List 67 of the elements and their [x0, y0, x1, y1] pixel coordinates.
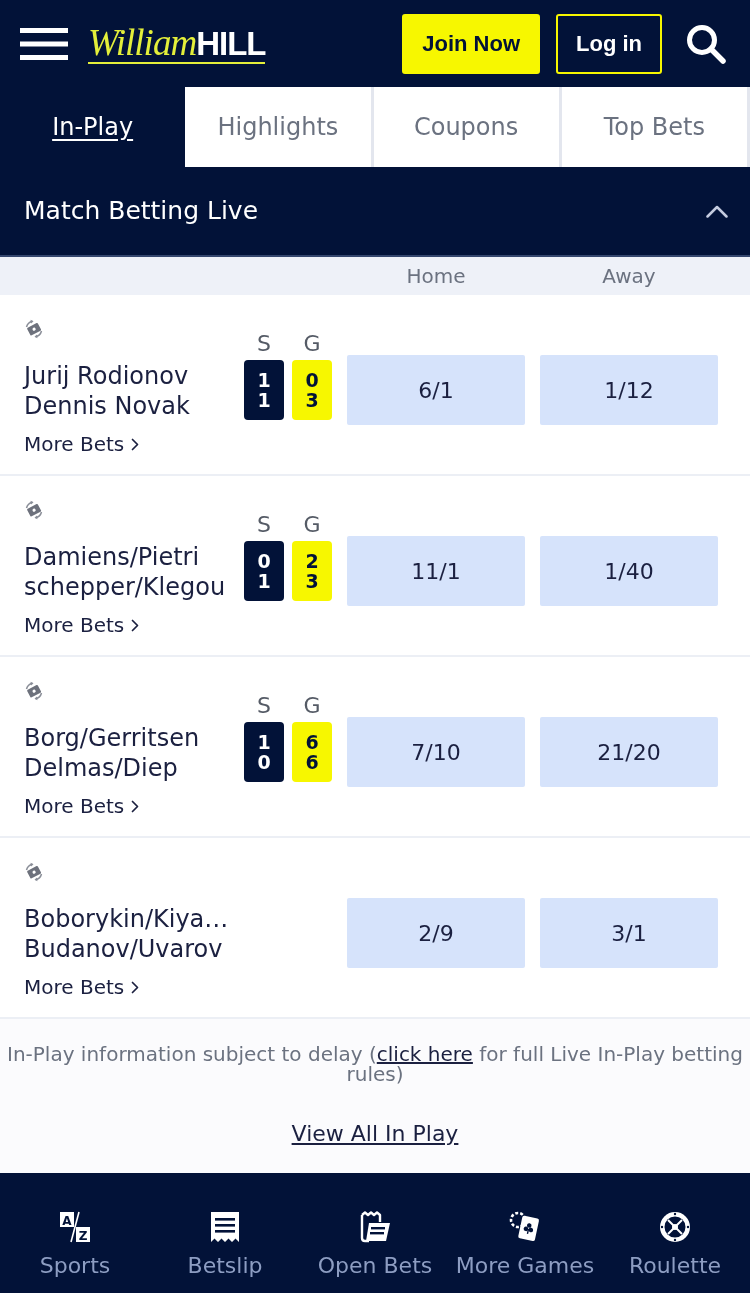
score-label: S — [257, 695, 271, 717]
set-score: 1 1 — [244, 360, 284, 420]
chevron-up-icon[interactable] — [706, 204, 728, 218]
cash-out-icon — [24, 500, 44, 520]
more-bets-link[interactable]: More Bets — [24, 974, 140, 1000]
login-button[interactable]: Log in — [556, 13, 662, 74]
chevron-right-icon — [131, 618, 140, 632]
odds-button[interactable]: 21/20 — [540, 717, 718, 787]
odds-button[interactable]: 1/40 — [540, 536, 718, 606]
menu-button[interactable] — [20, 27, 68, 60]
chevron-right-icon — [131, 437, 140, 451]
cash-out-icon — [24, 681, 44, 701]
score-label: S — [257, 333, 271, 355]
score-label: G — [303, 695, 321, 717]
odds-button[interactable]: 3/1 — [540, 898, 718, 968]
player-name: Jurij Rodionov — [24, 361, 190, 391]
cash-out-icon — [24, 319, 44, 339]
search-button[interactable] — [686, 23, 726, 64]
more-bets-link[interactable]: More Bets — [24, 793, 140, 819]
menu-icon — [20, 27, 68, 60]
bottom-nav-item[interactable]: Roulette — [600, 1173, 750, 1293]
chevron-right-icon — [131, 799, 140, 813]
set-score: 0 1 — [244, 541, 284, 601]
player-name: Boborykin/Kiya… — [24, 904, 230, 934]
cash-out-icon — [24, 862, 44, 882]
delay-notice: In-Play information subject to delay (click here for full Live In-Play betting rules) — [6, 1044, 744, 1084]
column-heading: Home — [405, 263, 467, 290]
bottom-nav-item[interactable]: Betslip — [150, 1173, 300, 1293]
odds-button[interactable]: 6/1 — [347, 355, 525, 425]
chevron-right-icon — [131, 980, 140, 994]
section-title: Match Betting Live — [24, 195, 259, 228]
roulette-wheel-icon — [659, 1211, 691, 1243]
more-bets-link[interactable]: More Bets — [24, 431, 140, 457]
join-button[interactable]: Join Now — [402, 13, 540, 74]
score-label: S — [257, 514, 271, 536]
game-score: 2 3 — [292, 541, 332, 601]
player-name: schepper/Klegou — [24, 572, 227, 602]
player-name: Delmas/Diep — [24, 753, 179, 783]
player-name: Borg/Gerritsen — [24, 723, 201, 753]
bottom-nav-item[interactable]: More Games — [450, 1173, 600, 1293]
section-header[interactable]: Match Betting Live — [0, 167, 750, 257]
game-score: 6 6 — [292, 722, 332, 782]
more-bets-link[interactable]: More Bets — [24, 612, 140, 638]
search-icon — [686, 23, 726, 64]
odds-button[interactable]: 11/1 — [347, 536, 525, 606]
odds-button[interactable]: 1/12 — [540, 355, 718, 425]
receipt-icon — [209, 1211, 241, 1243]
player-name: Dennis Novak — [24, 391, 191, 421]
tab[interactable]: Top Bets — [561, 87, 750, 167]
odds-button[interactable]: 7/10 — [347, 717, 525, 787]
player-name: Damiens/Pietri — [24, 542, 201, 572]
tab[interactable]: Coupons — [373, 87, 562, 167]
logo[interactable]: WilliamHILL — [88, 23, 266, 64]
playing-card-icon — [509, 1211, 541, 1243]
rules-link[interactable]: click here — [376, 1042, 473, 1066]
bottom-nav-item[interactable]: Open Bets — [300, 1173, 450, 1293]
bottom-nav-item[interactable]: A Z Sports — [0, 1173, 150, 1293]
view-all-link[interactable]: View All In Play — [291, 1121, 459, 1147]
odds-button[interactable]: 2/9 — [347, 898, 525, 968]
column-heading: Away — [601, 263, 657, 290]
document-icon — [359, 1211, 391, 1243]
set-score: 1 0 — [244, 722, 284, 782]
player-name: Budanov/Uvarov — [24, 934, 224, 964]
score-label: G — [303, 333, 321, 355]
tab[interactable]: Highlights — [185, 87, 374, 167]
score-label: G — [303, 514, 321, 536]
game-score: 0 3 — [292, 360, 332, 420]
